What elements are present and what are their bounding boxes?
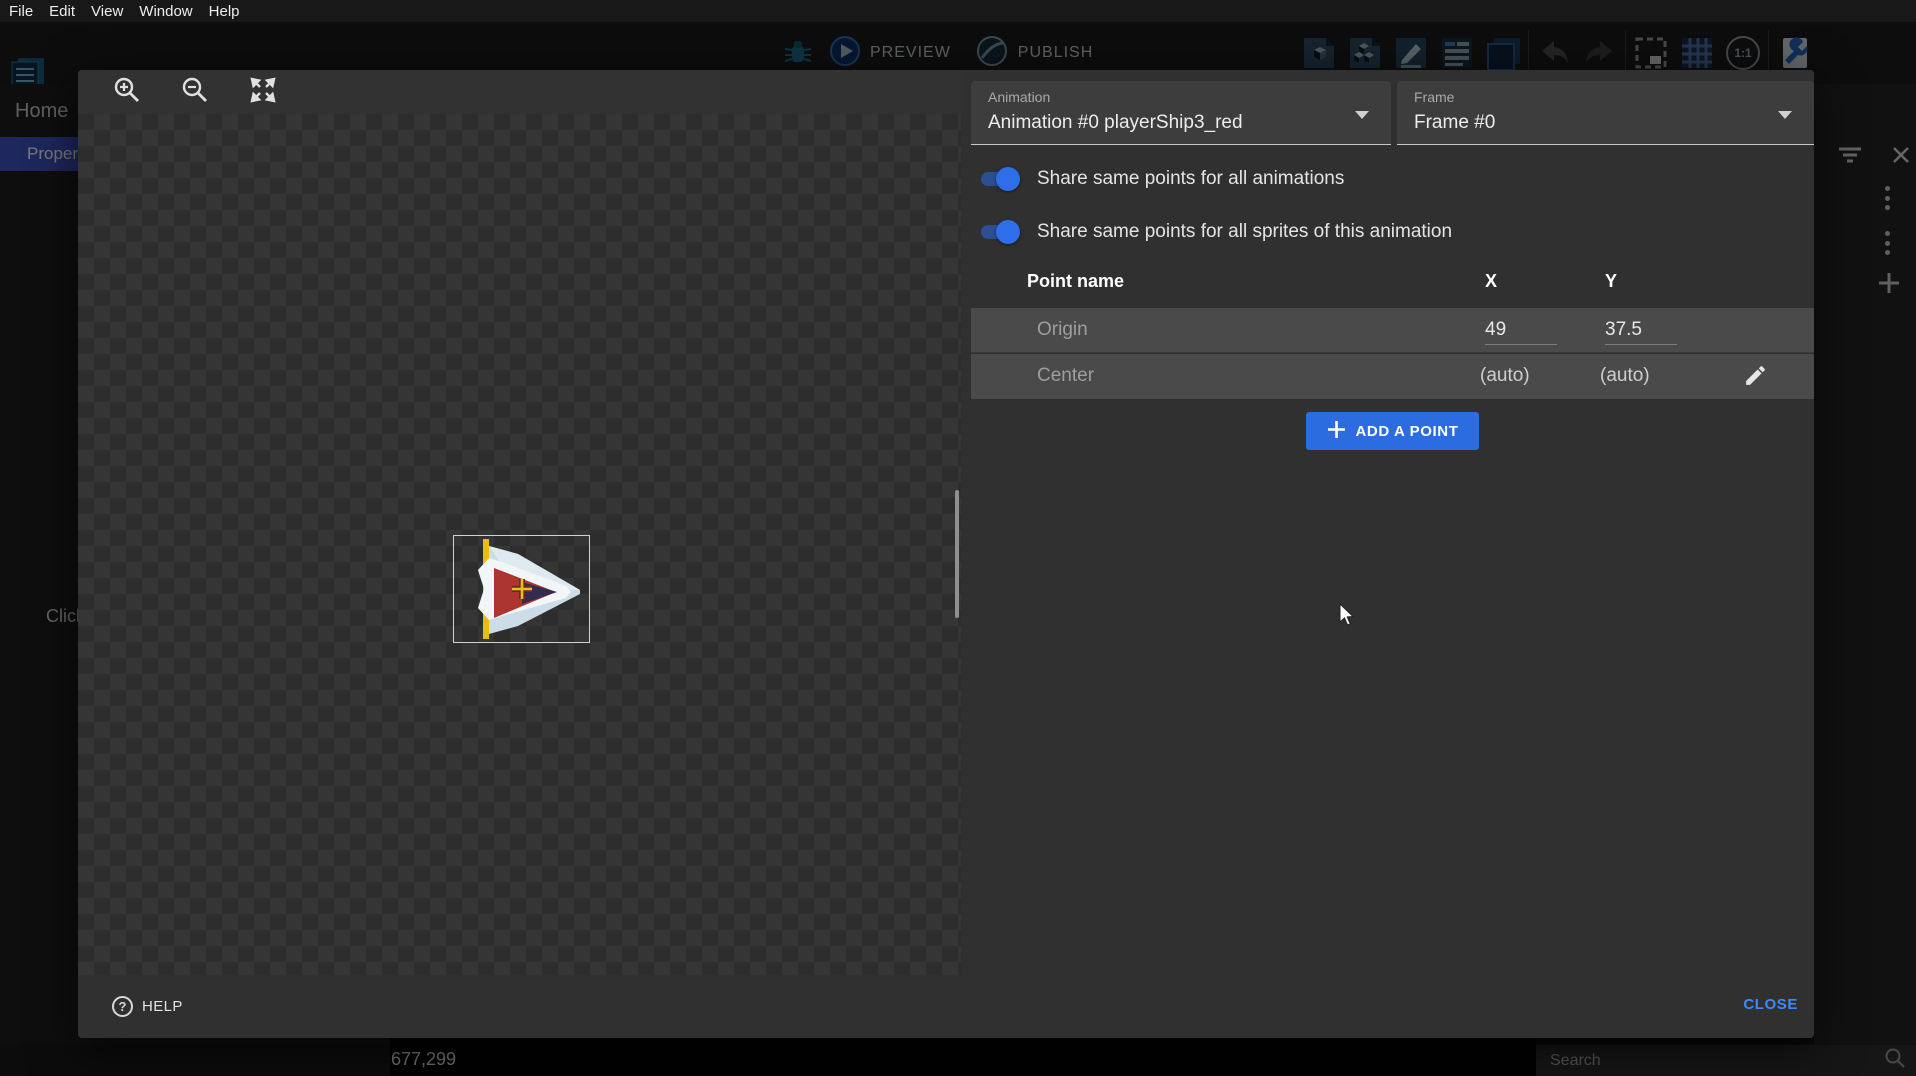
column-point-name: Point name xyxy=(1027,271,1124,292)
toggle-label: Share same points for all animations xyxy=(1037,168,1344,190)
point-y-value: (auto) xyxy=(1600,365,1672,387)
chevron-down-icon xyxy=(1778,111,1792,119)
animation-select-value: Animation #0 playerShip3_red xyxy=(988,112,1243,134)
menu-help[interactable]: Help xyxy=(209,3,240,20)
menu-window[interactable]: Window xyxy=(139,3,192,20)
plus-icon xyxy=(1327,420,1346,443)
point-x-field[interactable]: 49 xyxy=(1485,319,1557,345)
frame-select[interactable]: Frame Frame #0 xyxy=(1397,81,1814,145)
menu-bar: File Edit View Window Help xyxy=(0,0,1916,22)
animation-select-label: Animation xyxy=(988,89,1050,105)
point-row-center: Center (auto) (auto) xyxy=(971,354,1814,399)
toggle-label: Share same points for all sprites of thi… xyxy=(1037,221,1452,243)
frame-select-label: Frame xyxy=(1414,89,1454,105)
edit-points-dialog: Animation Animation #0 playerShip3_red F… xyxy=(78,70,1814,1038)
toggle-switch-icon[interactable] xyxy=(978,219,1020,245)
zoom-out-icon[interactable] xyxy=(181,76,209,109)
share-points-all-sprites-toggle[interactable]: Share same points for all sprites of thi… xyxy=(978,219,1452,245)
point-name: Center xyxy=(1037,365,1094,387)
column-x: X xyxy=(1485,271,1497,292)
chevron-down-icon xyxy=(1355,111,1369,119)
toggle-switch-icon[interactable] xyxy=(978,166,1020,192)
animation-select[interactable]: Animation Animation #0 playerShip3_red xyxy=(971,81,1391,145)
frame-select-value: Frame #0 xyxy=(1414,112,1495,134)
sprite-image xyxy=(454,536,589,642)
point-y-field[interactable]: 37.5 xyxy=(1605,319,1677,345)
menu-edit[interactable]: Edit xyxy=(49,3,75,20)
help-label: HELP xyxy=(142,998,183,1015)
fit-to-screen-icon[interactable] xyxy=(249,76,277,109)
canvas-scrollbar-thumb[interactable] xyxy=(955,490,959,618)
close-button[interactable]: CLOSE xyxy=(1743,996,1798,1013)
add-a-point-button[interactable]: ADD A POINT xyxy=(1306,412,1479,450)
zoom-in-icon[interactable] xyxy=(113,76,141,109)
help-button[interactable]: ? HELP xyxy=(112,996,183,1017)
point-row-origin: Origin 49 37.5 xyxy=(971,308,1814,353)
canvas-toolbar xyxy=(78,70,961,114)
help-icon: ? xyxy=(112,996,133,1017)
dialog-footer: ? HELP CLOSE xyxy=(78,975,1814,1038)
menu-file[interactable]: File xyxy=(9,3,33,20)
sprite-preview-canvas[interactable] xyxy=(78,114,961,975)
points-table-header: Point name X Y xyxy=(971,271,1814,307)
point-x-value: (auto) xyxy=(1480,365,1552,387)
mouse-cursor xyxy=(1339,603,1355,632)
add-a-point-label: ADD A POINT xyxy=(1356,423,1459,440)
point-name: Origin xyxy=(1037,319,1088,341)
menu-view[interactable]: View xyxy=(91,3,123,20)
share-points-all-animations-toggle[interactable]: Share same points for all animations xyxy=(978,166,1344,192)
points-panel: Animation Animation #0 playerShip3_red F… xyxy=(961,70,1814,975)
sprite-selection-box xyxy=(453,535,590,643)
column-y: Y xyxy=(1605,271,1617,292)
edit-point-icon[interactable] xyxy=(1743,363,1768,393)
